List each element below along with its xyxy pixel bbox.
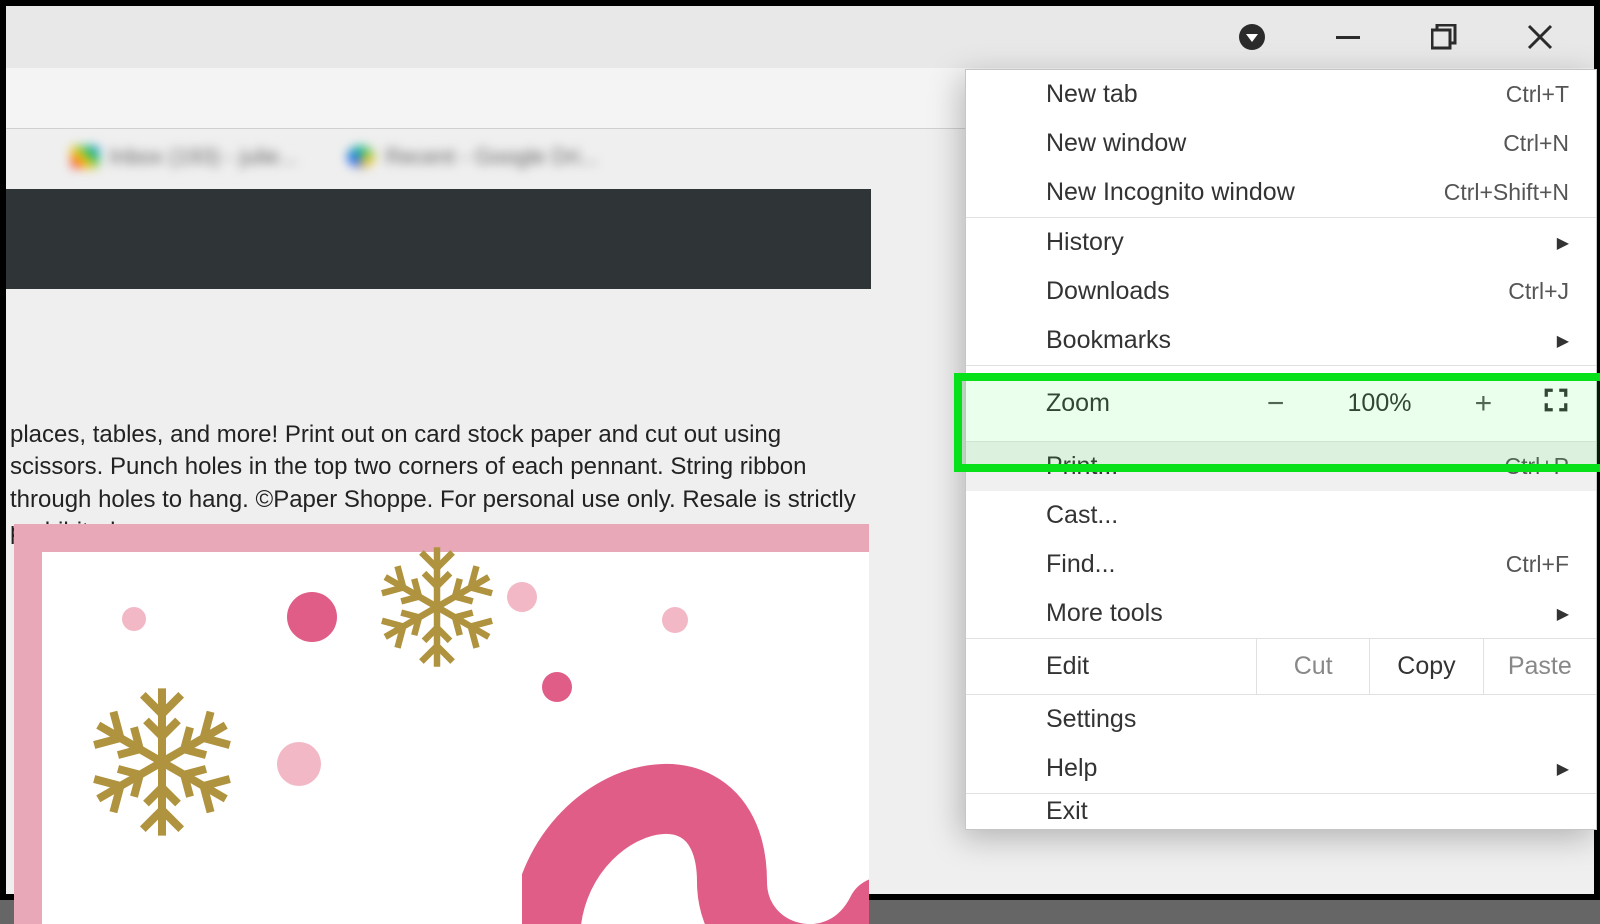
menu-item-label: Find... bbox=[1046, 550, 1115, 579]
edit-cut-button[interactable]: Cut bbox=[1257, 639, 1370, 694]
menu-item-label: New tab bbox=[1046, 80, 1138, 109]
fullscreen-button[interactable] bbox=[1543, 387, 1569, 420]
maximize-button[interactable] bbox=[1430, 23, 1458, 51]
menu-item-print[interactable]: Print... Ctrl+P bbox=[966, 442, 1596, 491]
bookmark-item[interactable]: Recent - Google Dri... bbox=[347, 144, 598, 170]
menu-item-new-tab[interactable]: New tab Ctrl+T bbox=[966, 70, 1596, 119]
menu-item-history[interactable]: History ▶ bbox=[966, 218, 1596, 267]
menu-item-settings[interactable]: Settings bbox=[966, 695, 1596, 744]
edit-copy-button[interactable]: Copy bbox=[1370, 639, 1483, 694]
menu-item-more-tools[interactable]: More tools ▶ bbox=[966, 589, 1596, 638]
page-content: Inbox (193) - julie... Recent - Google D… bbox=[6, 129, 1594, 894]
bookmark-label: Recent - Google Dri... bbox=[385, 144, 598, 170]
edit-label: Edit bbox=[966, 639, 1257, 694]
submenu-arrow-icon: ▶ bbox=[1557, 233, 1569, 253]
dropdown-icon[interactable] bbox=[1238, 23, 1266, 51]
menu-shortcut: Ctrl+J bbox=[1508, 278, 1569, 305]
submenu-arrow-icon: ▶ bbox=[1557, 759, 1569, 779]
menu-item-bookmarks[interactable]: Bookmarks ▶ bbox=[966, 316, 1596, 365]
menu-item-label: Exit bbox=[1046, 797, 1088, 826]
menu-shortcut: Ctrl+N bbox=[1503, 130, 1569, 157]
edit-paste-button[interactable]: Paste bbox=[1484, 639, 1596, 694]
menu-item-label: Help bbox=[1046, 754, 1097, 783]
menu-item-label: New window bbox=[1046, 129, 1186, 158]
zoom-label: Zoom bbox=[1046, 389, 1216, 418]
snowflake-icon bbox=[82, 682, 242, 847]
submenu-arrow-icon: ▶ bbox=[1557, 604, 1569, 624]
menu-item-exit[interactable]: Exit bbox=[966, 794, 1596, 829]
zoom-out-button[interactable]: − bbox=[1256, 387, 1295, 421]
menu-item-downloads[interactable]: Downloads Ctrl+J bbox=[966, 267, 1596, 316]
menu-item-label: Print... bbox=[1046, 452, 1118, 481]
bookmark-item[interactable]: Inbox (193) - julie... bbox=[71, 144, 297, 170]
menu-item-label: Settings bbox=[1046, 705, 1136, 734]
menu-item-label: History bbox=[1046, 228, 1124, 257]
zoom-value: 100% bbox=[1335, 389, 1423, 418]
menu-item-new-window[interactable]: New window Ctrl+N bbox=[966, 119, 1596, 168]
menu-item-label: More tools bbox=[1046, 599, 1163, 628]
bookmark-label: Inbox (193) - julie... bbox=[109, 144, 297, 170]
page-header-bar bbox=[6, 189, 871, 289]
menu-item-label: Bookmarks bbox=[1046, 326, 1171, 355]
menu-item-cast[interactable]: Cast... bbox=[966, 491, 1596, 540]
chrome-main-menu: New tab Ctrl+T New window Ctrl+N New Incogni… bbox=[965, 69, 1597, 830]
favicon-icon bbox=[347, 146, 375, 168]
page-artwork bbox=[14, 524, 869, 924]
menu-zoom-row: Zoom − 100% + bbox=[966, 366, 1596, 441]
menu-item-label: New Incognito window bbox=[1046, 178, 1295, 207]
menu-shortcut: Ctrl+P bbox=[1504, 453, 1569, 480]
window-frame: E Inbox (193) - julie... Recent - Google… bbox=[0, 0, 1600, 900]
menu-item-label: Downloads bbox=[1046, 277, 1170, 306]
menu-edit-row: EditCutCopyPaste bbox=[966, 638, 1596, 695]
zoom-in-button[interactable]: + bbox=[1464, 387, 1503, 421]
favicon-icon bbox=[71, 146, 99, 168]
menu-item-label: Cast... bbox=[1046, 501, 1118, 530]
letter-graphic bbox=[522, 732, 869, 924]
menu-item-new-incognito-window[interactable]: New Incognito window Ctrl+Shift+N bbox=[966, 168, 1596, 217]
menu-item-help[interactable]: Help ▶ bbox=[966, 744, 1596, 793]
minimize-button[interactable] bbox=[1334, 23, 1362, 51]
menu-item-find[interactable]: Find... Ctrl+F bbox=[966, 540, 1596, 589]
menu-shortcut: Ctrl+Shift+N bbox=[1444, 179, 1569, 206]
menu-shortcut: Ctrl+F bbox=[1506, 551, 1569, 578]
submenu-arrow-icon: ▶ bbox=[1557, 331, 1569, 351]
window-titlebar bbox=[6, 6, 1594, 68]
menu-shortcut: Ctrl+T bbox=[1506, 81, 1569, 108]
snowflake-icon bbox=[372, 542, 502, 677]
close-button[interactable] bbox=[1526, 23, 1554, 51]
